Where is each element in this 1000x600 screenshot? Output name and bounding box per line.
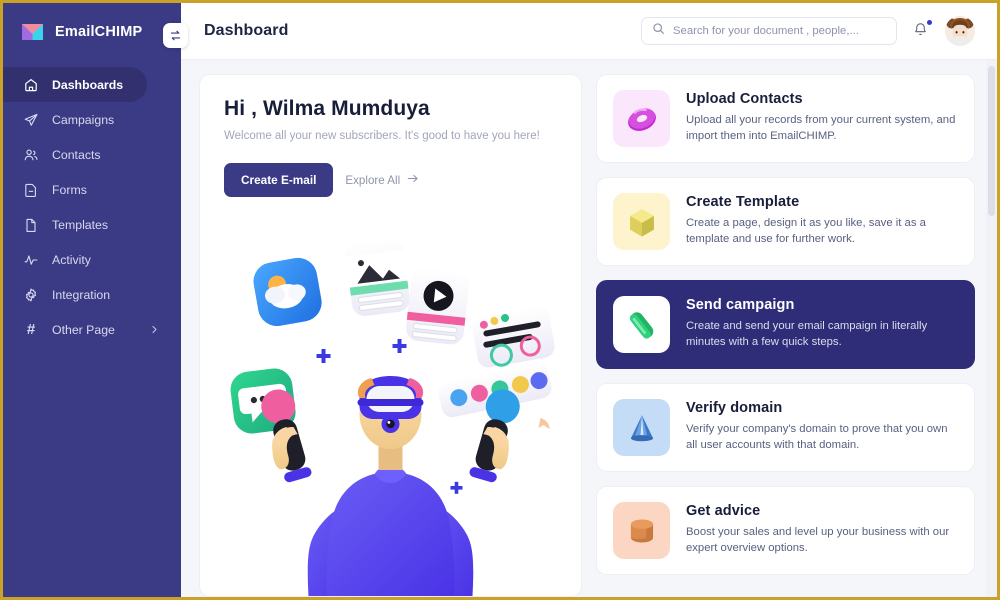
card-title: Create Template <box>686 194 800 210</box>
sidebar-item-dashboards[interactable]: Dashboards <box>3 67 147 102</box>
card-description: Create a page, design it as you like, sa… <box>686 217 926 246</box>
torus-3d-icon <box>613 90 670 147</box>
card-body: Verify domain Verify your company's doma… <box>686 399 958 453</box>
hero-illustration <box>200 236 581 596</box>
create-email-button[interactable]: Create E-mail <box>224 163 334 197</box>
card-body: Create Template Create a page, design it… <box>686 193 958 247</box>
sidebar-item-campaigns[interactable]: Campaigns <box>3 102 181 137</box>
hero-actions: Create E-mail Explore All <box>224 163 557 197</box>
card-create-template[interactable]: Create Template Create a page, design it… <box>596 177 975 266</box>
page-scrollbar-track[interactable] <box>986 60 997 597</box>
card-upload-contacts[interactable]: Upload Contacts Upload all your records … <box>596 74 975 163</box>
sidebar-nav: Dashboards Campaigns Contacts Forms Temp… <box>3 67 181 347</box>
notifications-button[interactable] <box>912 20 932 41</box>
content-area: Hi , Wilma Mumduya Welcome all your new … <box>181 60 997 597</box>
sidebar-item-label: Campaigns <box>52 112 115 127</box>
cube-3d-icon <box>613 193 670 250</box>
home-icon <box>23 77 39 93</box>
card-body: Upload Contacts Upload all your records … <box>686 90 958 144</box>
cylinder-3d-icon <box>613 502 670 559</box>
card-description: Boost your sales and level up your busin… <box>686 526 950 555</box>
card-title: Upload Contacts <box>686 91 803 107</box>
card-verify-domain[interactable]: Verify domain Verify your company's doma… <box>596 383 975 472</box>
main-area: Dashboard Search for your document , peo… <box>181 3 997 597</box>
welcome-panel: Hi , Wilma Mumduya Welcome all your new … <box>199 74 582 597</box>
sidebar-item-label: Other Page <box>52 322 115 337</box>
sidebar-item-label: Integration <box>52 287 111 302</box>
explore-all-link[interactable]: Explore All <box>345 173 419 187</box>
search-box[interactable] <box>641 17 897 45</box>
file-icon <box>23 217 39 233</box>
sidebar-item-label: Activity <box>52 252 91 267</box>
form-document-icon <box>23 182 39 198</box>
sidebar-item-integration[interactable]: Integration <box>3 277 181 312</box>
card-send-campaign[interactable]: Send campaign Create and send your email… <box>596 280 975 369</box>
card-description: Upload all your records from your curren… <box>686 114 956 143</box>
quick-actions-list: Upload Contacts Upload all your records … <box>596 74 979 597</box>
page-scrollbar-thumb[interactable] <box>988 66 995 216</box>
hash-icon: # <box>26 321 36 338</box>
cone-3d-icon <box>613 399 670 456</box>
sidebar-item-other-page[interactable]: # Other Page <box>3 312 181 347</box>
screenshot-frame: EmailCHIMP Dashboards Campaigns Contacts… <box>0 0 1000 600</box>
swap-arrows-icon <box>170 30 181 41</box>
pulse-icon <box>23 252 39 268</box>
topbar-actions <box>641 16 975 46</box>
arrow-right-icon <box>407 173 419 187</box>
sidebar-item-templates[interactable]: Templates <box>3 207 181 242</box>
app-shell: EmailCHIMP Dashboards Campaigns Contacts… <box>3 3 997 597</box>
card-description: Create and send your email campaign in l… <box>686 320 928 349</box>
card-get-advice[interactable]: Get advice Boost your sales and level up… <box>596 486 975 575</box>
sidebar-item-label: Forms <box>52 182 87 197</box>
sidebar-item-contacts[interactable]: Contacts <box>3 137 181 172</box>
topbar: Dashboard <box>181 3 997 60</box>
search-input[interactable] <box>673 25 886 37</box>
gear-icon <box>23 287 39 303</box>
sidebar-item-forms[interactable]: Forms <box>3 172 181 207</box>
search-icon <box>652 22 665 40</box>
sidebar: EmailCHIMP Dashboards Campaigns Contacts… <box>3 3 188 597</box>
card-description: Verify your company's domain to prove th… <box>686 423 948 452</box>
card-title: Verify domain <box>686 400 783 416</box>
brand-name: EmailCHIMP <box>55 23 143 40</box>
sidebar-item-label: Templates <box>52 217 109 232</box>
paper-plane-icon <box>23 112 39 128</box>
capsule-3d-icon <box>613 296 670 353</box>
chevron-right-icon <box>150 323 159 337</box>
users-icon <box>23 147 39 163</box>
card-body: Get advice Boost your sales and level up… <box>686 502 958 556</box>
explore-all-label: Explore All <box>345 173 401 187</box>
card-body: Send campaign Create and send your email… <box>686 296 958 350</box>
notification-badge-dot <box>927 20 932 25</box>
greeting-subtitle: Welcome all your new subscribers. It's g… <box>224 130 540 142</box>
card-title: Get advice <box>686 503 761 519</box>
envelope-logo-icon <box>20 19 45 44</box>
sidebar-item-label: Dashboards <box>52 77 124 92</box>
brand[interactable]: EmailCHIMP <box>3 3 181 60</box>
card-title: Send campaign <box>686 297 795 313</box>
sidebar-toggle-button[interactable] <box>163 23 188 48</box>
page-title: Dashboard <box>204 22 289 39</box>
sidebar-item-activity[interactable]: Activity <box>3 242 181 277</box>
avatar[interactable] <box>945 16 975 46</box>
greeting-heading: Hi , Wilma Mumduya <box>224 97 430 120</box>
sidebar-item-label: Contacts <box>52 147 101 162</box>
